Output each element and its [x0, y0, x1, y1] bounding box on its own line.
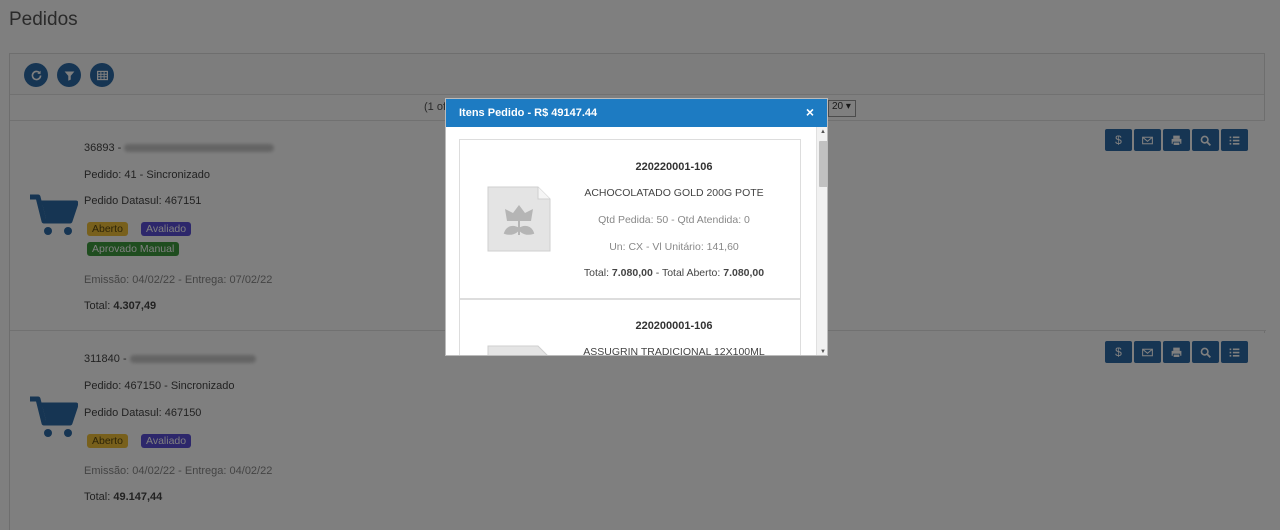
item-card: 220200001-106 ASSUGRIN TRADICIONAL 12X10…	[459, 299, 801, 356]
modal-body[interactable]: 220220001-106 ACHOCOLATADO GOLD 200G POT…	[446, 127, 827, 356]
item-total-label: Total:	[583, 267, 609, 279]
items-modal: Itens Pedido - R$ 49147.44 × 220220001-1…	[445, 98, 828, 356]
item-code: 220200001-106	[635, 320, 713, 332]
image-placeholder-icon	[487, 345, 548, 355]
item-unit-price: Un: CX - Vl Unitário: 141,60	[609, 241, 739, 253]
scroll-down-icon[interactable]: ▼	[820, 349, 826, 355]
item-aberto-label: - Total Aberto:	[652, 267, 721, 279]
item-name: ASSUGRIN TRADICIONAL 12X100ML	[583, 346, 765, 356]
item-quantities: Qtd Pedida: 50 - Qtd Atendida: 0	[598, 214, 750, 226]
item-total: 7.080,00	[611, 267, 653, 279]
modal-scrollbar[interactable]: ▲ ▼	[816, 127, 827, 355]
modal-title: Itens Pedido - R$ 49147.44	[459, 107, 598, 119]
item-total-aberto: 7.080,00	[723, 267, 765, 279]
item-name: ACHOCOLATADO GOLD 200G POTE	[584, 187, 764, 199]
close-icon[interactable]: ×	[806, 104, 814, 120]
item-code: 220220001-106	[635, 161, 713, 173]
item-card: 220220001-106 ACHOCOLATADO GOLD 200G POT…	[459, 139, 801, 299]
scroll-up-icon[interactable]: ▲	[820, 129, 826, 135]
modal-header: Itens Pedido - R$ 49147.44 ×	[446, 99, 827, 127]
scrollbar-thumb[interactable]	[819, 141, 827, 187]
image-placeholder-icon	[487, 186, 551, 252]
